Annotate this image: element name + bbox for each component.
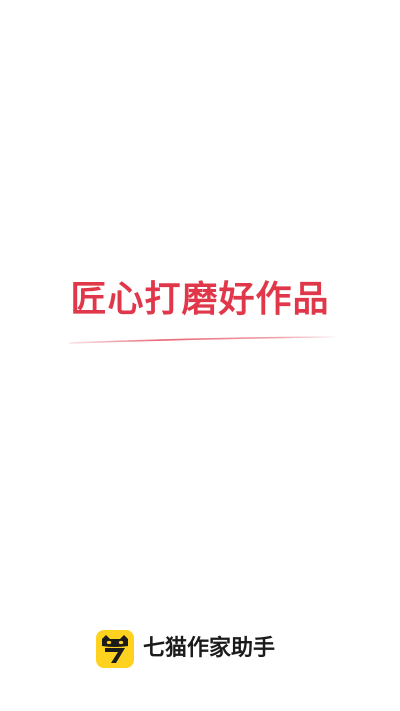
qimao-logo-icon bbox=[96, 630, 134, 668]
brand-footer: 七猫作家助手 bbox=[96, 629, 275, 669]
slogan-container: 匠心打磨好作品 bbox=[0, 278, 400, 322]
slogan-underline bbox=[69, 336, 335, 344]
brand-name: 七猫作家助手 bbox=[143, 636, 276, 661]
slogan-text: 匠心打磨好作品 bbox=[70, 279, 330, 320]
